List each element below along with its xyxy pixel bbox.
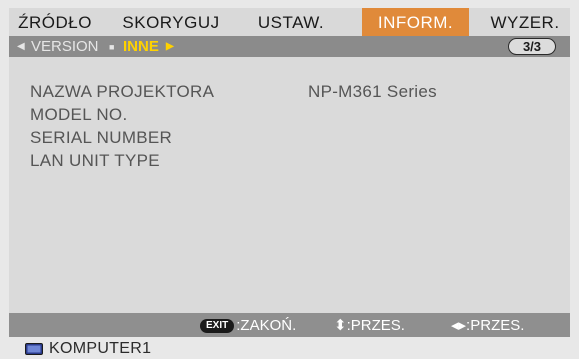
tab-skoryguj[interactable]: SKORYGUJ (121, 8, 221, 36)
exit-hint: EXIT:ZAKOŃ. (200, 313, 296, 337)
info-panel: NAZWA PROJEKTORA NP-M361 Series MODEL NO… (9, 57, 570, 313)
exit-hint-label: :ZAKOŃ. (236, 317, 297, 334)
source-label: KOMPUTER1 (49, 340, 152, 357)
subtab-inne[interactable]: INNE (123, 36, 159, 57)
bullet-icon: ■ (109, 42, 115, 52)
tab-zrodlo[interactable]: ŹRÓDŁO (15, 8, 95, 36)
right-arrow-icon: ▶ (166, 41, 174, 52)
tab-ustaw[interactable]: USTAW. (249, 8, 333, 36)
info-value: NP-M361 Series (308, 82, 437, 101)
info-label: SERIAL NUMBER (30, 128, 173, 147)
page-indicator: 3/3 (508, 38, 556, 55)
osd-menu: ŹRÓDŁO SKORYGUJ USTAW. INFORM. WYZER. ◀ … (0, 0, 579, 359)
info-label: NAZWA PROJEKTORA (30, 82, 215, 101)
leftright-hint: ◂▸:PRZES. (451, 317, 525, 334)
info-label: LAN UNIT TYPE (30, 151, 160, 170)
tab-wyzer[interactable]: WYZER. (483, 8, 567, 36)
help-bar: EXIT:ZAKOŃ. ⬍:PRZES. ◂▸:PRZES. (9, 313, 570, 337)
main-tab-bar: ŹRÓDŁO SKORYGUJ USTAW. INFORM. WYZER. (9, 8, 570, 36)
tab-inform[interactable]: INFORM. (362, 8, 469, 36)
sub-tab-row: ◀ VERSION ■ INNE ▶ 3/3 (9, 36, 570, 57)
info-label: MODEL NO. (30, 105, 128, 124)
left-arrow-icon: ◀ (17, 41, 25, 52)
exit-key-icon: EXIT (200, 319, 235, 333)
monitor-icon (25, 343, 43, 355)
updown-hint: ⬍:PRZES. (334, 317, 405, 334)
source-indicator: KOMPUTER1 (9, 337, 570, 359)
subtab-version[interactable]: VERSION (31, 36, 99, 57)
